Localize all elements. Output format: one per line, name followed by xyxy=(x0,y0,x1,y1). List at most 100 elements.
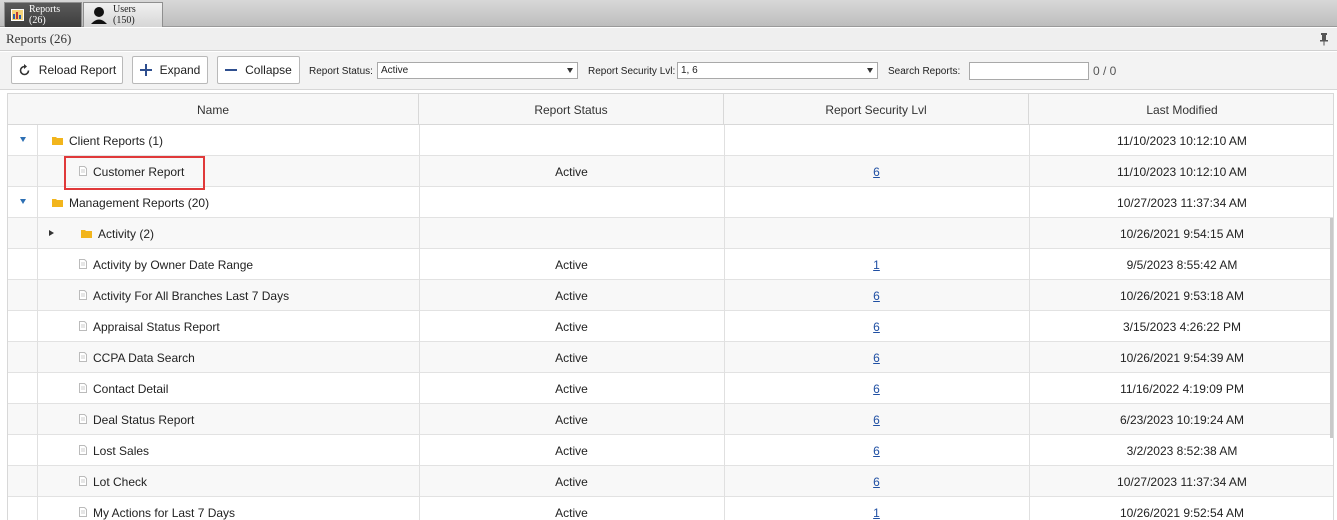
folder-icon xyxy=(52,134,63,148)
collapse-button[interactable]: Collapse xyxy=(217,56,300,84)
status-cell: Active xyxy=(555,288,588,303)
collapse-label: Collapse xyxy=(245,63,292,77)
report-status-select[interactable]: Active xyxy=(377,62,578,79)
security-cell: 6 xyxy=(724,373,1029,404)
reload-icon xyxy=(18,63,31,77)
name-cell[interactable]: Deal Status Report xyxy=(79,404,419,435)
security-level-link[interactable]: 6 xyxy=(873,351,880,365)
security-level-link[interactable]: 6 xyxy=(873,320,880,334)
status-cell xyxy=(419,187,724,218)
security-level-link[interactable]: 6 xyxy=(873,475,880,489)
status-cell: Active xyxy=(555,443,588,458)
indent-guide xyxy=(37,156,38,187)
status-cell: Active xyxy=(555,257,588,272)
tab-reports-label: Reports (26) xyxy=(29,4,61,26)
report-security-select[interactable]: 1, 6 xyxy=(677,62,878,79)
indent-guide xyxy=(37,466,38,497)
report-name: Activity by Owner Date Range xyxy=(93,257,254,272)
security-level-link[interactable]: 6 xyxy=(873,165,880,179)
report-name: My Actions for Last 7 Days xyxy=(93,505,236,520)
group-row[interactable]: Client Reports (1) 11/10/2023 10:12:10 AM xyxy=(8,125,1333,156)
reload-report-button[interactable]: Reload Report xyxy=(11,56,123,84)
name-cell[interactable]: Contact Detail xyxy=(79,373,419,404)
tab-reports[interactable]: Reports (26) xyxy=(4,2,82,27)
table-row[interactable]: Lost Sales Active 6 3/2/2023 8:52:38 AM xyxy=(8,435,1333,466)
table-row[interactable]: My Actions for Last 7 Days Active 1 10/26/2… xyxy=(8,497,1333,520)
status-cell: Active xyxy=(555,412,588,427)
name-cell[interactable]: Lost Sales xyxy=(79,435,419,466)
security-level-link[interactable]: 1 xyxy=(873,258,880,272)
selection-highlight xyxy=(64,156,205,190)
indent-guide xyxy=(37,373,38,404)
document-icon xyxy=(79,382,87,396)
name-cell[interactable]: CCPA Data Search xyxy=(79,342,419,373)
tab-users[interactable]: Users (150) xyxy=(83,2,163,27)
table-row[interactable]: CCPA Data Search Active 6 10/26/2021 9:54:3… xyxy=(8,342,1333,373)
report-name: Lost Sales xyxy=(93,443,150,458)
last-modified-cell: 11/16/2022 4:19:09 PM xyxy=(1120,381,1244,396)
plus-icon xyxy=(139,64,152,76)
expand-arrow-right-icon[interactable] xyxy=(49,230,54,236)
panel-title-text: Reports (26) xyxy=(6,31,72,46)
name-cell[interactable]: Appraisal Status Report xyxy=(79,311,419,342)
document-icon xyxy=(79,506,87,520)
security-cell: 6 xyxy=(724,156,1029,187)
minus-icon xyxy=(225,64,238,76)
security-level-link[interactable]: 6 xyxy=(873,382,880,396)
search-reports-label: Search Reports: xyxy=(888,66,961,77)
table-row[interactable]: Appraisal Status Report Active 6 3/15/2023 … xyxy=(8,311,1333,342)
security-level-link[interactable]: 6 xyxy=(873,413,880,427)
name-cell[interactable]: Management Reports (20) xyxy=(52,187,419,218)
table-row[interactable]: Customer Report Active 6 11/10/2023 10:12:1… xyxy=(8,156,1333,187)
security-cell: 6 xyxy=(724,342,1029,373)
security-cell: 6 xyxy=(724,404,1029,435)
report-name: CCPA Data Search xyxy=(93,350,195,365)
name-cell[interactable]: Activity by Owner Date Range xyxy=(79,249,419,280)
document-icon xyxy=(79,258,87,272)
security-cell xyxy=(724,187,1029,218)
expand-arrow-down-icon[interactable] xyxy=(20,199,26,204)
security-level-link[interactable]: 6 xyxy=(873,289,880,303)
indent-guide xyxy=(37,497,38,520)
pin-icon[interactable] xyxy=(1319,32,1329,46)
status-cell xyxy=(419,218,724,249)
search-reports-input[interactable] xyxy=(969,62,1089,80)
name-cell[interactable]: Activity (2) xyxy=(81,218,419,249)
table-row[interactable]: Deal Status Report Active 6 6/23/2023 10:19… xyxy=(8,404,1333,435)
last-modified-cell: 10/26/2021 9:54:39 AM xyxy=(1119,350,1245,365)
document-icon xyxy=(79,320,87,334)
group-row[interactable]: Activity (2) 10/26/2021 9:54:15 AM xyxy=(8,218,1333,249)
table-row[interactable]: Lot Check Active 6 10/27/2023 11:37:34 AM xyxy=(8,466,1333,497)
toolbar: Reload Report Expand Collapse Report Sta… xyxy=(0,52,1337,90)
security-cell: 6 xyxy=(724,435,1029,466)
status-cell xyxy=(419,125,724,156)
last-modified-cell: 9/5/2023 8:55:42 AM xyxy=(1126,257,1238,272)
status-cell: Active xyxy=(555,164,588,179)
last-modified-cell: 10/26/2021 9:52:54 AM xyxy=(1119,505,1245,520)
name-cell[interactable]: Lot Check xyxy=(79,466,419,497)
name-cell[interactable]: Client Reports (1) xyxy=(52,125,419,156)
expand-button[interactable]: Expand xyxy=(132,56,208,84)
last-modified-cell: 6/23/2023 10:19:24 AM xyxy=(1119,412,1245,427)
user-icon xyxy=(90,6,108,24)
last-modified-cell: 11/10/2023 10:12:10 AM xyxy=(1117,133,1247,148)
name-cell[interactable]: My Actions for Last 7 Days xyxy=(79,497,419,520)
document-icon xyxy=(79,444,87,458)
name-cell[interactable]: Activity For All Branches Last 7 Days xyxy=(79,280,419,311)
last-modified-cell: 3/2/2023 8:52:38 AM xyxy=(1126,443,1238,458)
report-status-label: Report Status: xyxy=(309,66,373,77)
security-level-link[interactable]: 1 xyxy=(873,506,880,520)
column-header-status[interactable]: Report Status xyxy=(419,94,724,125)
table-row[interactable]: Contact Detail Active 6 11/16/2022 4:19:09 … xyxy=(8,373,1333,404)
column-header-modified[interactable]: Last Modified xyxy=(1029,94,1333,125)
table-row[interactable]: Activity For All Branches Last 7 Days Act… xyxy=(8,280,1333,311)
document-icon xyxy=(79,475,87,489)
column-header-name[interactable]: Name xyxy=(8,94,419,125)
table-row[interactable]: Activity by Owner Date Range Active 1 9/5/2… xyxy=(8,249,1333,280)
column-header-security[interactable]: Report Security Lvl xyxy=(724,94,1029,125)
group-row[interactable]: Management Reports (20) 10/27/2023 11:37:… xyxy=(8,187,1333,218)
expand-arrow-down-icon[interactable] xyxy=(20,137,26,142)
vertical-scrollbar[interactable] xyxy=(1330,218,1333,438)
security-cell: 6 xyxy=(724,280,1029,311)
security-level-link[interactable]: 6 xyxy=(873,444,880,458)
